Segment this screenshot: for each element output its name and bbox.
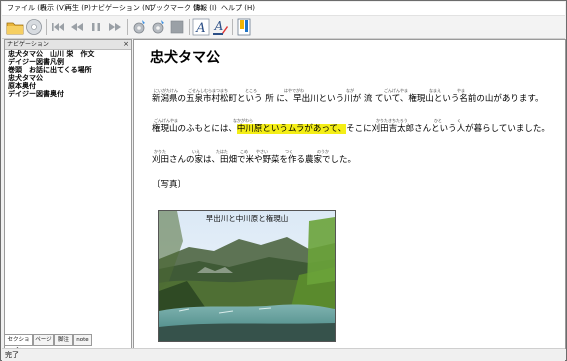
paragraph-3: 刈田さんの家は、田畑で米や野菜を作る農家でした。 [152,155,357,165]
ruby-reading: こめ [240,149,248,154]
svg-text:A: A [195,21,205,36]
menu-view[interactable]: 表示 (V) [40,4,66,13]
navigation-pane: ナビゲーション × 忠犬タマ公 山川 栄 作文 デイジー図書凡例 巻頭 お話に出… [4,39,132,349]
menu-navigation[interactable]: ナビゲーション (N) [91,4,153,13]
tab-page[interactable]: ページ [33,334,54,346]
paragraph-2: 権現山のふもとには、中川原というムラがあって、そこに刈田吉太郎さんという人が暮ら… [152,124,550,135]
ruby-reading: やま [457,88,465,93]
toolbar-separator [189,19,190,35]
document-view[interactable]: 忠犬タマ公 にいがたけん ごせんしむらまつまち ところ はやでがわ なが ごんげ… [133,39,566,349]
ruby-reading: ひと [434,118,442,123]
nav-item[interactable]: 原本奥付 [8,82,130,90]
stop-square-icon[interactable] [168,18,186,36]
skip-back-icon[interactable] [49,18,67,36]
navigation-pane-header: ナビゲーション × [5,40,131,50]
nav-item[interactable]: デイジー図書奥付 [8,90,130,98]
paragraph-2-lead: 権現山のふもとには、 [152,124,237,134]
ruby-reading: ごんげんやま [154,118,178,123]
settings-gear-icon[interactable] [130,18,148,36]
navigation-list: 忠犬タマ公 山川 栄 作文 デイジー図書凡例 巻頭 お話に出てくる場所 忠犬タマ… [8,50,130,98]
disc-icon[interactable] [25,18,43,36]
font-color-icon[interactable]: A [211,18,229,36]
landscape-photo: 早出川と中川原と権現山 [158,210,336,342]
svg-text:A: A [214,19,224,33]
open-folder-icon[interactable] [6,18,24,36]
navigation-pane-title: ナビゲーション [7,41,49,48]
menu-bar: ファイル (F) 表示 (V) 再生 (P) ナビゲーション (N) ブックマー… [2,2,565,16]
refresh-gear-icon[interactable] [149,18,167,36]
paragraph-2-rest: そこに刈田吉太郎さんという人が暮らしていました。 [346,124,550,134]
fast-forward-icon[interactable] [106,18,124,36]
paragraph-1: 新潟県の五泉市村松町という 所 に、早出川という川が 流 ていて、権現山という名… [152,94,544,104]
status-bar: 完了 [2,348,565,361]
ruby-reading: つく [285,149,293,154]
app-window: ファイル (F) 表示 (V) 再生 (P) ナビゲーション (N) ブックマー… [0,0,567,361]
toolbar-separator [46,19,47,35]
pause-icon[interactable] [87,18,105,36]
ruby-reading: ごせんしむらまつまち [188,88,228,93]
close-icon[interactable]: × [123,40,129,49]
nav-item[interactable]: 忠犬タマ公 山川 栄 作文 [8,50,130,58]
font-a-icon[interactable]: A [192,18,210,36]
photo-caption: 早出川と中川原と権現山 [205,214,289,223]
ruby-reading: く [457,118,461,123]
ruby-reading: なまえ [429,88,441,93]
ruby-reading: かりたきちたろう [376,118,408,123]
ruby-reading: いえ [192,149,200,154]
bookmark-icon[interactable] [235,18,253,36]
menu-help[interactable]: ヘルプ (H) [221,4,255,13]
nav-item[interactable]: 忠犬タマ公 [8,74,130,82]
ruby-reading: なかがわら [233,118,253,123]
ruby-reading: にいがたけん [154,88,178,93]
ruby-reading: のうか [317,149,329,154]
ruby-reading: やさい [256,149,268,154]
ruby-reading: たはた [216,149,228,154]
ruby-reading: はやでがわ [284,88,304,93]
rewind-icon[interactable] [68,18,86,36]
menu-play[interactable]: 再生 (P) [65,4,91,13]
tab-section[interactable]: セクション [4,334,33,353]
photo-label: 〔写真〕 [152,180,187,190]
ruby-reading: ところ [245,88,257,93]
ruby-reading: なが [346,88,354,93]
nav-item[interactable]: 巻頭 お話に出てくる場所 [8,66,130,74]
document-title: 忠犬タマ公 [150,50,220,66]
toolbar: A A [2,16,565,39]
tab-footnote[interactable]: 脚注 [54,334,73,346]
ruby-reading: かりた [154,149,166,154]
toolbar-separator [127,19,128,35]
tab-note[interactable]: note [73,334,92,346]
highlighted-phrase: 中川原というムラがあって、 [236,124,347,134]
nav-item[interactable]: デイジー図書凡例 [8,58,130,66]
landscape-photo-image [159,211,335,341]
status-text: 完了 [5,351,19,359]
ruby-reading: ごんげんやま [384,88,408,93]
menu-info[interactable]: 情報 (I) [193,4,217,13]
toolbar-separator [232,19,233,35]
